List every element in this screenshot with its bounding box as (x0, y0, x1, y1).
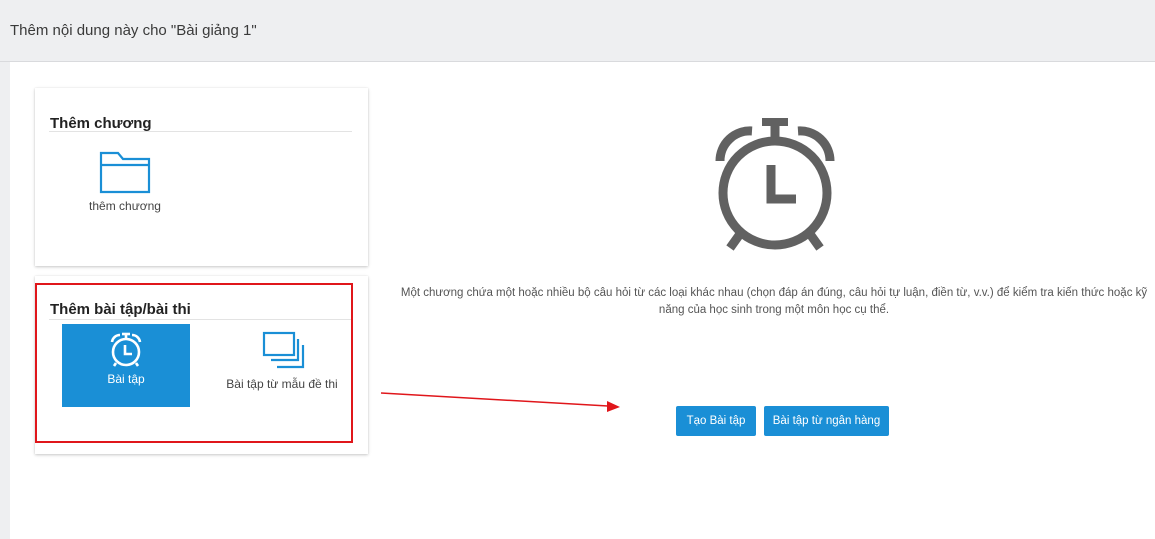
top-bar: Thêm nội dung này cho "Bài giảng 1" (0, 0, 1155, 62)
exercise-description: Một chương chứa một hoặc nhiều bộ câu hỏ… (400, 287, 1148, 316)
folder-icon (99, 151, 151, 194)
stacked-squares-icon (262, 331, 305, 369)
add-chapter-tile[interactable]: thêm chương (75, 146, 175, 216)
exercise-from-bank-button[interactable]: Bài tập từ ngân hàng (764, 406, 889, 436)
exercise-label: Bài tập (107, 372, 145, 386)
template-exercise-label: Bài tập từ mẫu đề thi (226, 377, 338, 391)
alarm-clock-icon (715, 118, 835, 251)
page-title: Thêm nội dung này cho "Bài giảng 1" (10, 22, 257, 39)
add-exercise-title: Thêm bài tập/bài thi (50, 301, 191, 318)
template-exercise-tile[interactable]: Bài tập từ mẫu đề thi (222, 324, 342, 424)
add-chapter-card: Thêm chương thêm chương (35, 88, 368, 266)
exercise-tile[interactable]: Bài tập (62, 324, 190, 407)
alarm-clock-icon (110, 332, 142, 367)
divider (49, 131, 352, 132)
create-exercise-button[interactable]: Tạo Bài tập (676, 406, 756, 436)
divider (49, 319, 352, 320)
add-exercise-card: Thêm bài tập/bài thi Bài tập Bài tập từ … (35, 276, 368, 454)
left-edge (0, 62, 10, 539)
content-strip (0, 62, 1155, 84)
add-chapter-title: Thêm chương (50, 115, 152, 132)
add-chapter-label: thêm chương (89, 199, 161, 213)
